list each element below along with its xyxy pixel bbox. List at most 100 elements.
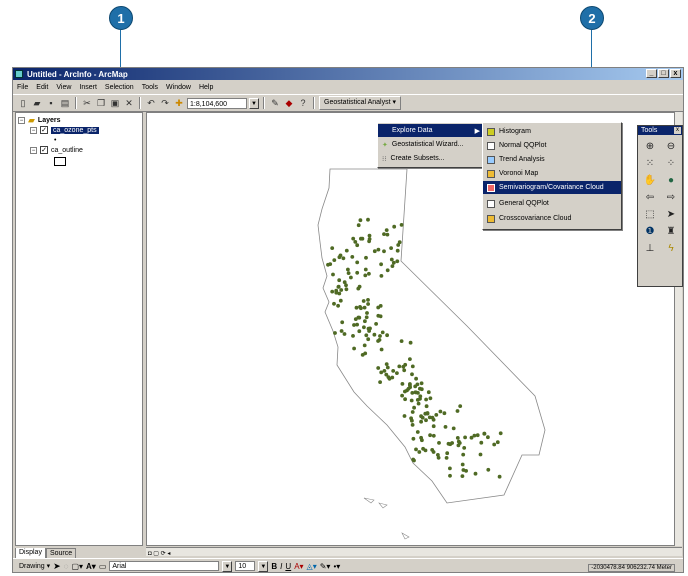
ozone-point: [408, 357, 412, 361]
cut-icon[interactable]: ✂: [81, 97, 93, 109]
tools-title: Tools: [641, 127, 658, 134]
ozone-point: [365, 311, 369, 315]
menu-tools[interactable]: Tools: [142, 84, 158, 91]
menu-item-normal-qqplot[interactable]: Normal QQPlot: [483, 139, 621, 152]
text-icon[interactable]: A▾: [86, 562, 96, 571]
toc-layer-ca-ozone-pts[interactable]: − ✓ ca_ozone_pts: [30, 126, 99, 134]
ozone-point: [395, 371, 399, 375]
ozone-point: [463, 435, 467, 440]
underline-icon[interactable]: U: [285, 562, 291, 571]
geostatistical-analyst-menu[interactable]: Geostatistical Analyst ▾: [319, 96, 401, 110]
back-extent-icon[interactable]: ⇦: [642, 190, 658, 204]
menu-item-semivariogram-covariance-cloud[interactable]: Semivariogram/Covariance Cloud: [483, 181, 621, 194]
save-icon[interactable]: ▪: [45, 97, 57, 109]
italic-icon[interactable]: I: [280, 562, 282, 571]
rectangle-icon[interactable]: ▢▾: [71, 562, 83, 571]
forward-extent-icon[interactable]: ⇨: [663, 190, 679, 204]
ozone-point: [403, 362, 408, 367]
menu-item-geostatistical-wizard[interactable]: ✦ Geostatistical Wizard...: [378, 138, 484, 151]
ozone-point: [355, 260, 360, 265]
layout-view-buttons[interactable]: ◘ ▢ ⟳ ◂: [146, 551, 170, 557]
font-name-input[interactable]: Arial: [109, 561, 220, 571]
fixed-zoom-in-icon[interactable]: ⁙: [642, 156, 658, 170]
layer-visibility-checkbox[interactable]: ✓: [40, 126, 48, 134]
menu-insert[interactable]: Insert: [79, 84, 97, 91]
zoom-in-icon[interactable]: ⊕: [642, 139, 658, 153]
size-dropdown-arrow[interactable]: ▼: [258, 560, 269, 572]
paste-icon[interactable]: ▣: [109, 97, 121, 109]
open-icon[interactable]: ▰: [31, 97, 43, 109]
fill-color-icon[interactable]: ◬▾: [307, 562, 317, 571]
layer-name[interactable]: ca_ozone_pts: [51, 126, 99, 134]
layer-name[interactable]: ca_outline: [51, 147, 83, 154]
hyperlink-icon[interactable]: ϟ: [663, 241, 679, 255]
menu-selection[interactable]: Selection: [105, 84, 134, 91]
menu-item-histogram[interactable]: Histogram: [483, 125, 621, 138]
map-scale-input[interactable]: 1:8,104,600: [187, 97, 247, 109]
font-size-input[interactable]: 10: [235, 561, 256, 571]
ozone-point: [451, 426, 456, 431]
scale-dropdown-arrow[interactable]: ▼: [249, 97, 259, 109]
horizontal-scrollbar[interactable]: ◘ ▢ ⟳ ◂: [146, 547, 682, 557]
fixed-zoom-out-icon[interactable]: ⁘: [663, 156, 679, 170]
add-data-icon[interactable]: ✚: [173, 97, 185, 109]
maximize-button[interactable]: □: [658, 69, 669, 78]
select-elements-icon[interactable]: ➤: [663, 207, 679, 221]
redo-icon[interactable]: ↷: [159, 97, 171, 109]
channel-island: [363, 497, 375, 504]
window-title: Untitled - ArcInfo - ArcMap: [27, 69, 128, 79]
measure-icon[interactable]: ⊥: [642, 241, 658, 255]
menu-item-trend-analysis[interactable]: Trend Analysis: [483, 153, 621, 166]
ozone-point: [419, 381, 424, 386]
menu-item-create-subsets[interactable]: ⁝⁝ Create Subsets...: [378, 152, 484, 165]
font-dropdown-arrow[interactable]: ▼: [222, 560, 233, 572]
menu-help[interactable]: Help: [199, 84, 213, 91]
minimize-button[interactable]: _: [646, 69, 657, 78]
menu-item-explore-data[interactable]: Explore Data ▶: [378, 124, 484, 137]
callout-icon[interactable]: ▭: [99, 562, 107, 571]
line-color-icon[interactable]: ✎▾: [320, 562, 331, 571]
font-color-icon[interactable]: A▾: [294, 562, 303, 571]
ozone-point: [340, 320, 345, 325]
pan-icon[interactable]: ✋: [642, 173, 658, 187]
ozone-point: [461, 468, 466, 472]
layers-label: Layers: [37, 117, 61, 124]
full-extent-icon[interactable]: ●: [663, 173, 679, 187]
new-doc-icon[interactable]: ▯: [17, 97, 29, 109]
toc-layers-root[interactable]: − ▰ Layers: [18, 115, 61, 126]
menu-edit[interactable]: Edit: [36, 84, 48, 91]
menu-window[interactable]: Window: [166, 84, 191, 91]
bold-icon[interactable]: B: [271, 562, 277, 571]
editor-toolbar-icon[interactable]: ✎: [269, 97, 281, 109]
toc-layer-ca-outline[interactable]: − ✓ ca_outline: [30, 146, 83, 154]
delete-icon[interactable]: ✕: [123, 97, 135, 109]
arctoolbox-icon[interactable]: ◆: [283, 97, 295, 109]
menu-view[interactable]: View: [56, 84, 71, 91]
collapse-icon[interactable]: −: [18, 117, 25, 124]
select-features-icon[interactable]: ⬚: [642, 207, 658, 221]
menu-item-crosscovariance-cloud[interactable]: Crosscovariance Cloud: [483, 212, 621, 225]
identify-icon[interactable]: ❶: [642, 224, 658, 238]
menu-item-general-qqplot[interactable]: General QQPlot: [483, 197, 621, 210]
find-icon[interactable]: ♜: [663, 224, 679, 238]
menu-item-voronoi-map[interactable]: Voronoi Map: [483, 167, 621, 180]
tools-close-button[interactable]: x: [674, 127, 681, 134]
print-icon[interactable]: ▤: [59, 97, 71, 109]
rotate-icon[interactable]: ◌: [64, 562, 69, 571]
select-elements-icon[interactable]: ➤: [53, 561, 61, 572]
whats-this-icon[interactable]: ?: [297, 97, 309, 109]
ozone-point: [397, 364, 402, 369]
marker-color-icon[interactable]: •▾: [333, 562, 340, 571]
zoom-out-icon[interactable]: ⊖: [663, 139, 679, 153]
tools-title-bar[interactable]: Tools x: [638, 126, 682, 135]
layer-visibility-checkbox[interactable]: ✓: [40, 146, 48, 154]
copy-icon[interactable]: ❐: [95, 97, 107, 109]
collapse-icon[interactable]: −: [30, 146, 37, 154]
collapse-icon[interactable]: −: [30, 126, 37, 134]
ozone-point: [410, 372, 414, 377]
menu-file[interactable]: File: [17, 84, 28, 91]
drawing-menu[interactable]: Drawing ▾: [19, 562, 50, 570]
close-button[interactable]: x: [670, 69, 681, 78]
undo-icon[interactable]: ↶: [145, 97, 157, 109]
drawing-toolbar: Drawing ▾ ➤ ◌ ▢▾ A▾ ▭ Arial ▼ 10 ▼ B I U…: [13, 558, 683, 573]
